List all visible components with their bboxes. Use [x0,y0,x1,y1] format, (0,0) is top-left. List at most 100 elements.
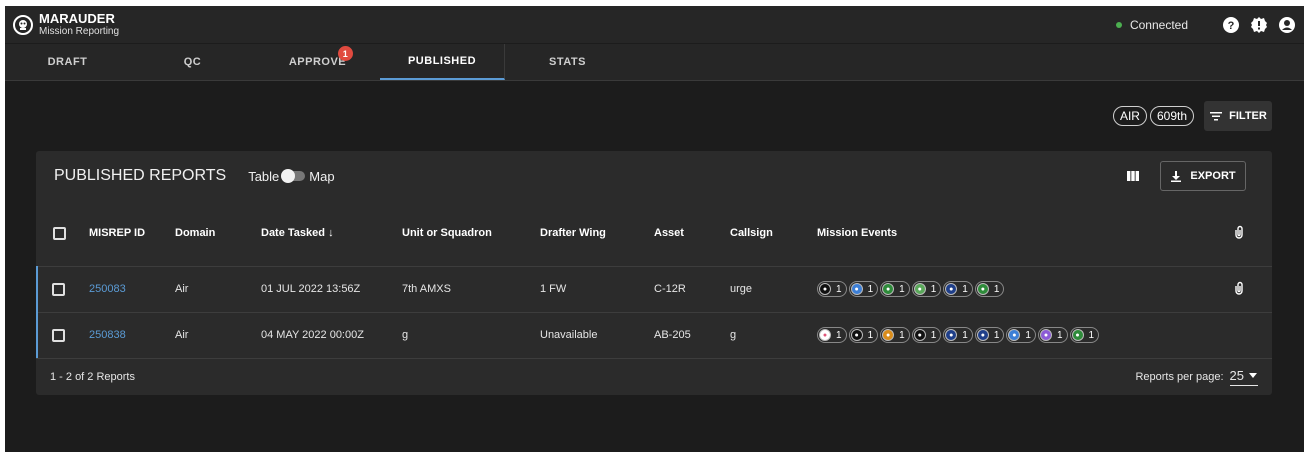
mission-event-chip[interactable]: ● 1 [974,281,1005,297]
headset-icon: ● [1071,329,1084,342]
event-count: 1 [1056,329,1063,341]
mission-event-chip[interactable]: ● 1 [911,281,942,297]
tab-draft[interactable]: DRAFT [5,44,130,80]
col-mission-events[interactable]: Mission Events [817,201,1232,266]
select-all-checkbox[interactable] [53,226,66,240]
col-callsign[interactable]: Callsign [730,201,817,266]
attachment-header-icon [1235,225,1243,239]
slash-icon: ● [945,283,958,295]
filter-row: AIR 609th FILTER [1110,101,1272,131]
tab-label: STATS [549,56,586,68]
shield-icon: ● [850,283,863,295]
tab-qc[interactable]: QC [130,44,255,80]
cell-asset: AB-205 [654,329,691,342]
filter-icon [1210,112,1223,121]
tab-label: DRAFT [47,56,88,68]
mission-event-chip[interactable]: ● 1 [848,281,879,297]
filter-button-label: FILTER [1229,110,1267,122]
cell-date-tasked: 01 JUL 2022 13:56Z [261,283,361,295]
mission-event-chip[interactable]: ● 1 [880,327,910,344]
event-count: 1 [930,329,937,341]
cell-unit: g [402,329,409,342]
event-count: 1 [1088,329,1095,341]
event-count: 1 [993,283,1000,295]
tab-approve[interactable]: APPROVE 1 [255,44,380,80]
cell-unit: 7th AMXS [402,283,451,295]
tab-label: PUBLISHED [407,55,477,67]
event-count: 1 [899,329,905,341]
view-toggle: Table Map [248,169,334,184]
mission-event-chip[interactable]: ● 1 [880,281,910,297]
plane-icon: ● [1039,329,1052,342]
help-icon[interactable]: ? [1222,16,1240,34]
cell-domain: Air [175,283,189,295]
person-icon: ● [976,283,989,295]
tab-label: QC [183,56,202,68]
cell-asset: C-12R [654,283,686,295]
event-count: 1 [962,283,968,295]
misrep-id-link[interactable]: 250838 [89,329,126,341]
table-map-switch[interactable] [281,169,306,183]
filter-button[interactable]: FILTER [1204,101,1272,131]
tab-published[interactable]: PUBLISHED [380,44,505,80]
report-range: 1 - 2 of 2 Reports [50,370,135,383]
filter-chip-domain[interactable]: AIR [1112,106,1147,126]
headset-icon: ● [882,283,895,295]
col-asset[interactable]: Asset [654,201,730,266]
col-misrep-id[interactable]: MISREP ID [89,201,175,266]
chevron-down-icon [1249,373,1257,378]
event-count: 1 [993,329,1000,341]
mission-event-chip[interactable]: ● 1 [911,327,942,344]
cell-callsign: g [730,329,737,342]
warning-icon: ● [913,329,926,342]
tab-label: APPROVE [288,56,347,68]
top-bar: MARAUDER Mission Reporting Connected ? [5,6,1304,43]
event-count: 1 [836,283,842,295]
per-page-label: Reports per page: [1135,370,1224,383]
lightning-icon: ● [882,329,895,342]
row-checkbox[interactable] [52,328,65,342]
account-icon[interactable] [1278,16,1296,34]
mission-event-chip[interactable]: ● 1 [974,327,1005,344]
table-row[interactable]: 250083 Air 01 JUL 2022 13:56Z 7th AMXS 1 FW C… [36,266,1272,312]
table-row[interactable]: 250838 Air 04 MAY 2022 00:00Z g Unavailable A… [36,312,1272,358]
per-page-value: 25 [1229,367,1244,383]
mission-event-chip[interactable]: ● 1 [1006,327,1036,344]
speaker-icon: ● [913,283,926,295]
cell-domain: Air [175,329,189,342]
row-checkbox[interactable] [52,282,65,296]
sort-desc-icon[interactable]: ↓ [328,227,334,239]
alert-icon[interactable] [1250,16,1268,34]
app-title: MARAUDER [39,10,115,26]
status-dot-icon [1115,21,1122,28]
target-icon: ● [850,329,863,342]
mission-event-chip[interactable]: ● 1 [1037,327,1068,344]
columns-icon[interactable] [1126,169,1140,183]
mission-event-chip[interactable]: ● 1 [943,327,973,344]
filter-chip-unit[interactable]: 609th [1149,106,1194,126]
table-header-row: MISREP ID Domain Date Tasked ↓ Unit or S… [37,201,1272,266]
col-unit[interactable]: Unit or Squadron [402,201,540,266]
app-subtitle: Mission Reporting [39,26,120,38]
mission-event-chip[interactable]: ● 1 [1069,327,1100,344]
approve-count-badge: 1 [338,46,353,61]
attachment-icon[interactable] [1232,281,1246,295]
col-drafter-wing[interactable]: Drafter Wing [540,201,654,266]
marauder-logo-icon[interactable] [13,14,33,35]
tab-stats[interactable]: STATS [505,44,630,80]
reports-table: MISREP ID Domain Date Tasked ↓ Unit or S… [36,201,1272,358]
col-date-tasked[interactable]: Date Tasked ↓ [261,201,402,266]
event-count: 1 [836,329,842,341]
svg-text:?: ? [1228,20,1235,32]
misrep-id-link[interactable]: 250083 [89,283,126,295]
mission-event-chip[interactable]: ● 1 [943,281,973,297]
mission-event-chip[interactable]: ● 1 [817,327,847,344]
export-button[interactable]: EXPORT [1160,161,1246,191]
cell-drafter-wing: 1 FW [540,283,567,295]
per-page-select[interactable]: 25 [1229,367,1258,386]
col-domain[interactable]: Domain [175,201,261,266]
mission-event-chip[interactable]: ● 1 [848,327,879,344]
mission-event-chip[interactable]: ● 1 [817,281,847,297]
card-header: PUBLISHED REPORTS Table Map EXPORT [36,151,1272,201]
parachute-icon: ● [1008,329,1021,342]
